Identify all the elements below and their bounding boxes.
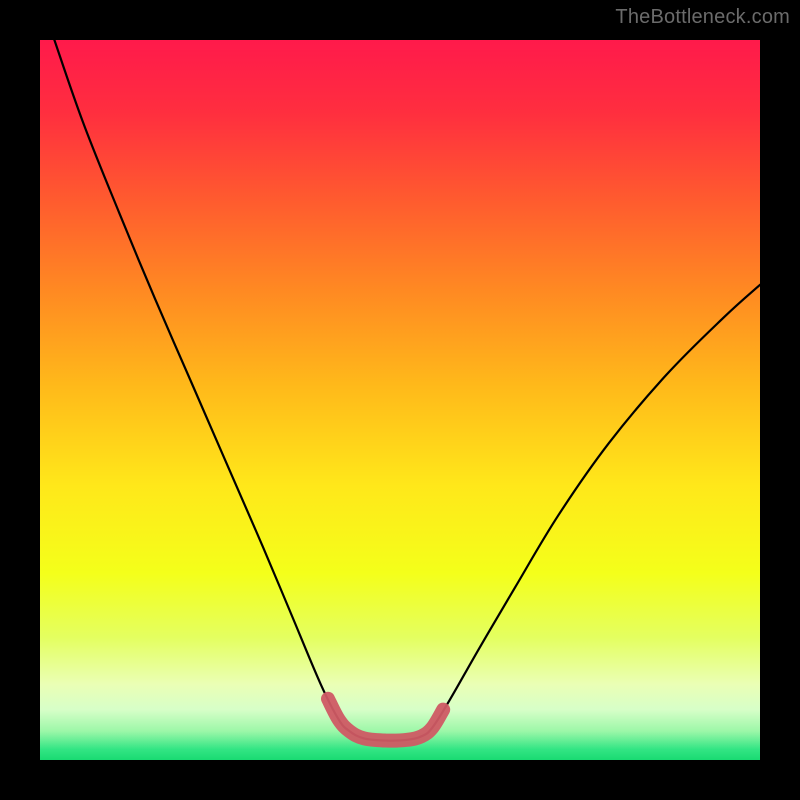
watermark-text: TheBottleneck.com [615,6,790,29]
plot-svg [40,40,760,760]
chart-frame: TheBottleneck.com [0,0,800,800]
plot-area [40,40,760,760]
gradient-background [40,40,760,760]
